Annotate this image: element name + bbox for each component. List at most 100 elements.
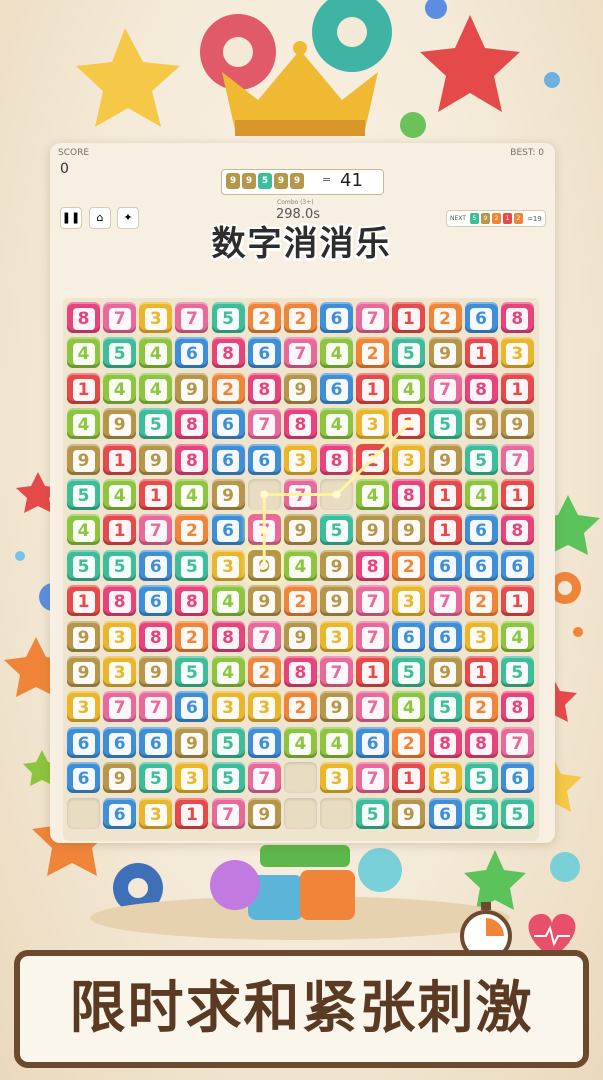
board-tile[interactable]: 6 <box>211 443 245 475</box>
board-tile[interactable]: 1 <box>500 372 534 404</box>
board-tile[interactable]: 7 <box>283 337 317 369</box>
board-tile[interactable]: 1 <box>464 337 498 369</box>
board-tile[interactable]: 9 <box>67 443 100 475</box>
board-tile[interactable]: 4 <box>175 479 209 510</box>
board-tile[interactable]: 1 <box>428 479 462 510</box>
board-tile[interactable]: 5 <box>464 762 498 794</box>
board-tile[interactable]: 4 <box>356 479 390 510</box>
board-tile[interactable]: 3 <box>428 762 462 794</box>
board-tile[interactable] <box>67 797 100 829</box>
board-tile[interactable]: 4 <box>211 585 245 617</box>
board-tile[interactable]: 7 <box>103 302 137 333</box>
board-tile[interactable]: 3 <box>211 691 245 723</box>
board-tile[interactable]: 2 <box>247 656 281 687</box>
board-tile[interactable]: 4 <box>392 691 426 723</box>
board-tile[interactable]: 4 <box>500 620 534 652</box>
board-tile[interactable]: 1 <box>139 479 173 510</box>
board-tile[interactable]: 7 <box>500 726 534 758</box>
board-tile[interactable]: 6 <box>500 762 534 794</box>
board-tile[interactable]: 9 <box>428 337 462 369</box>
board-tile[interactable]: 1 <box>356 372 390 404</box>
board-tile[interactable]: 2 <box>464 585 498 617</box>
board-tile[interactable]: 1 <box>500 585 534 617</box>
board-tile[interactable]: 3 <box>464 620 498 652</box>
board-tile[interactable]: 2 <box>392 726 426 758</box>
board-tile[interactable]: 3 <box>392 585 426 617</box>
board-tile[interactable]: 1 <box>67 372 100 404</box>
board-tile[interactable]: 8 <box>211 337 245 369</box>
board-tile[interactable]: 7 <box>139 514 173 546</box>
board-tile[interactable]: 9 <box>464 408 498 440</box>
board-tile[interactable]: 5 <box>211 726 245 758</box>
board-tile[interactable] <box>247 479 281 510</box>
board-tile[interactable]: 8 <box>175 443 209 475</box>
board-tile[interactable]: 5 <box>392 656 426 687</box>
board-tile[interactable]: 1 <box>392 302 426 333</box>
board-tile[interactable]: 5 <box>500 797 534 829</box>
board-tile[interactable]: 8 <box>283 408 317 440</box>
board-tile[interactable]: 4 <box>392 372 426 404</box>
board-tile[interactable]: 4 <box>464 479 498 510</box>
board-tile[interactable]: 9 <box>392 514 426 546</box>
board-tile[interactable]: 1 <box>103 514 137 546</box>
board-tile[interactable]: 8 <box>392 479 426 510</box>
board-tile[interactable]: 7 <box>247 620 281 652</box>
board-tile[interactable]: 7 <box>211 797 245 829</box>
board-tile[interactable]: 3 <box>139 302 173 333</box>
board-tile[interactable]: 7 <box>283 479 317 510</box>
board-tile[interactable]: 8 <box>356 549 390 581</box>
board-tile[interactable]: 2 <box>283 585 317 617</box>
board-tile[interactable]: 1 <box>392 762 426 794</box>
board-tile[interactable]: 3 <box>247 691 281 723</box>
board-tile[interactable]: 8 <box>464 372 498 404</box>
board-tile[interactable] <box>283 797 317 829</box>
board-tile[interactable]: 4 <box>67 337 100 369</box>
board-tile[interactable]: 9 <box>247 797 281 829</box>
board-tile[interactable]: 7 <box>247 762 281 794</box>
board-tile[interactable]: 3 <box>283 443 317 475</box>
board-tile[interactable]: 7 <box>356 762 390 794</box>
board-tile[interactable]: 9 <box>392 797 426 829</box>
board-tile[interactable]: 1 <box>175 797 209 829</box>
board-tile[interactable]: 6 <box>500 549 534 581</box>
board-tile[interactable] <box>320 479 353 510</box>
board-tile[interactable]: 5 <box>211 302 245 333</box>
board-tile[interactable]: 6 <box>139 726 173 758</box>
board-tile[interactable]: 6 <box>392 620 426 652</box>
board-tile[interactable] <box>320 797 353 829</box>
board-tile[interactable]: 4 <box>211 656 245 687</box>
board-tile[interactable]: 8 <box>175 408 209 440</box>
board-tile[interactable]: 9 <box>356 514 390 546</box>
board-tile[interactable]: 3 <box>392 443 426 475</box>
board-tile[interactable]: 3 <box>67 691 100 723</box>
board-tile[interactable]: 4 <box>139 372 173 404</box>
board-tile[interactable]: 1 <box>103 443 137 475</box>
board-tile[interactable]: 6 <box>464 549 498 581</box>
board-tile[interactable]: 5 <box>464 443 498 475</box>
board-tile[interactable]: 5 <box>103 549 137 581</box>
board-tile[interactable]: 8 <box>139 620 173 652</box>
board-tile[interactable]: 7 <box>356 691 390 723</box>
board-tile[interactable]: 8 <box>211 620 245 652</box>
board-tile[interactable]: 9 <box>175 726 209 758</box>
board-tile[interactable]: 4 <box>320 408 353 440</box>
board-tile[interactable]: 6 <box>320 302 353 333</box>
board-tile[interactable]: 1 <box>356 656 390 687</box>
board-tile[interactable]: 9 <box>320 691 353 723</box>
board-tile[interactable]: 8 <box>464 726 498 758</box>
board-tile[interactable]: 3 <box>175 762 209 794</box>
board-tile[interactable]: 2 <box>428 302 462 333</box>
board-tile[interactable]: 8 <box>500 514 534 546</box>
board-tile[interactable]: 6 <box>320 372 353 404</box>
board-tile[interactable]: 6 <box>139 549 173 581</box>
board-tile[interactable]: 6 <box>175 337 209 369</box>
board-tile[interactable]: 9 <box>283 620 317 652</box>
board-tile[interactable]: 5 <box>175 549 209 581</box>
board-tile[interactable]: 2 <box>211 372 245 404</box>
board-tile[interactable]: 7 <box>247 408 281 440</box>
board-tile[interactable]: 2 <box>283 691 317 723</box>
board-tile[interactable]: 8 <box>500 302 534 333</box>
board-tile[interactable]: 1 <box>67 585 100 617</box>
board-tile[interactable]: 5 <box>320 514 353 546</box>
board-tile[interactable]: 6 <box>247 337 281 369</box>
